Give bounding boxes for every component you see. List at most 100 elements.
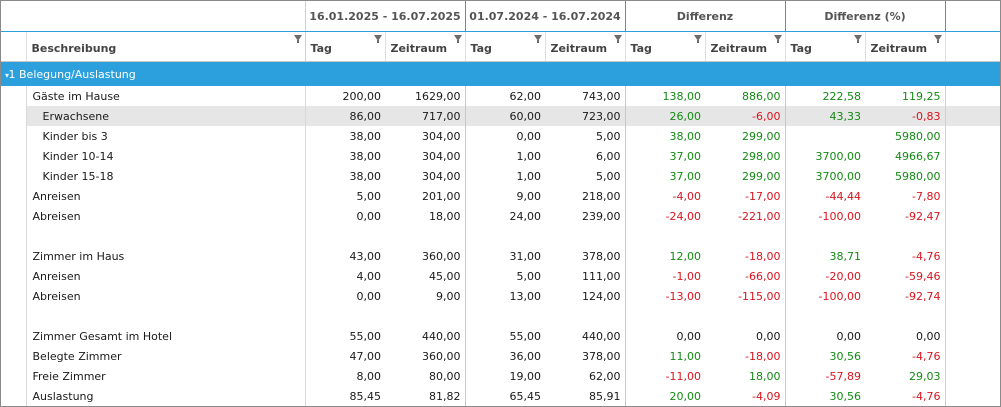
row-indicator-cell	[1, 226, 27, 246]
cell-p2-zeitraum: 743,00	[582, 89, 621, 103]
row-indicator-cell	[1, 286, 27, 306]
column-header-beschreibung[interactable]: Beschreibung	[26, 31, 306, 62]
cell-p1-zeitraum: 201,00	[422, 189, 461, 203]
cell-p2-tag: 1,00	[464, 166, 545, 186]
cell-p2-tag: 62,00	[464, 86, 545, 106]
cell-diffpct-tag: -57,89	[784, 366, 865, 386]
cell-p2-zeitraum: 239,00	[582, 209, 621, 223]
cell-p2-zeitraum: 62,00	[589, 369, 621, 383]
cell-diffpct-tag: 0,00	[784, 326, 865, 346]
column-header-diffpct-zeitraum[interactable]: Zeitraum	[865, 31, 946, 62]
table-row[interactable]: Gäste im Hause 200,00 1629,00 62,00 743,00 13…	[1, 86, 1000, 106]
filter-icon[interactable]	[693, 35, 702, 43]
table-row[interactable]: Abreisen 0,00 9,00 13,00 124,00 -13,00 -115,00…	[1, 286, 1000, 306]
table-row[interactable]: Kinder 15-18 38,00 304,00 1,00 5,00 37,00 299,…	[1, 166, 1000, 186]
group-row[interactable]: ▾ 1 Belegung/Auslastung	[1, 61, 1000, 86]
column-header-row: Beschreibung Tag Zeitraum Tag Zeitraum T…	[1, 31, 1000, 62]
column-header-p1-zeitraum[interactable]: Zeitraum	[385, 31, 466, 62]
cell-diffpct-zeitraum: -4,76	[912, 249, 941, 263]
cell-p1-tag: 8,00	[304, 366, 385, 386]
cell-p2-tag	[464, 306, 545, 326]
column-header-label: Zeitraum	[550, 42, 608, 55]
cell-diff-tag	[624, 226, 705, 246]
cell-diff-zeitraum: 298,00	[742, 149, 781, 163]
cell-diff-tag: 0,00	[624, 326, 705, 346]
row-indicator-cell	[1, 346, 27, 366]
cell-diffpct-zeitraum: -92,47	[905, 209, 941, 223]
filter-icon[interactable]	[373, 35, 382, 43]
column-header-p2-tag[interactable]: Tag	[464, 31, 546, 62]
table-row-empty[interactable]	[1, 306, 1000, 326]
column-header-diffpct-tag[interactable]: Tag	[784, 31, 866, 62]
table-row[interactable]: Kinder bis 3 38,00 304,00 0,00 5,00 38,00 299,…	[1, 126, 1000, 146]
table-row[interactable]: Auslastung 85,45 81,82 65,45 85,91 20,00 -4,09…	[1, 386, 1000, 406]
diff-band-header: Differenz	[624, 1, 785, 32]
row-indicator-cell	[1, 306, 27, 326]
filter-icon[interactable]	[933, 35, 942, 43]
description-cell: Kinder 10-14	[26, 146, 306, 166]
cell-p1-tag	[304, 226, 385, 246]
column-header-diff-zeitraum[interactable]: Zeitraum	[705, 31, 786, 62]
description-cell: Anreisen	[26, 186, 306, 206]
filler-cell	[944, 86, 1000, 106]
cell-p2-tag: 5,00	[464, 266, 545, 286]
row-indicator-cell	[1, 186, 27, 206]
cell-diffpct-tag: 3700,00	[784, 166, 865, 186]
column-header-label: Tag	[790, 42, 812, 55]
cell-p2-zeitraum: 378,00	[582, 249, 621, 263]
table-row[interactable]: Zimmer im Haus 43,00 360,00 31,00 378,00 12,0…	[1, 246, 1000, 266]
cell-p1-tag: 0,00	[304, 286, 385, 306]
cell-diffpct-tag: 30,56	[784, 346, 865, 366]
column-header-diff-tag[interactable]: Tag	[624, 31, 706, 62]
table-row-empty[interactable]	[1, 226, 1000, 246]
cell-diff-zeitraum: 0,00	[756, 329, 781, 343]
cell-diff-zeitraum: 299,00	[742, 129, 781, 143]
column-header-p1-tag[interactable]: Tag	[304, 31, 386, 62]
cell-p2-tag: 9,00	[464, 186, 545, 206]
cell-p1-zeitraum: 304,00	[422, 149, 461, 163]
cell-p2-zeitraum: 6,00	[596, 149, 621, 163]
cell-diff-zeitraum: -221,00	[738, 209, 781, 223]
column-header-p2-zeitraum[interactable]: Zeitraum	[545, 31, 626, 62]
cell-diffpct-zeitraum: -59,46	[905, 269, 941, 283]
filter-icon[interactable]	[853, 35, 862, 43]
row-indicator-header-2	[1, 31, 27, 62]
filter-icon[interactable]	[533, 35, 542, 43]
table-row[interactable]: Belegte Zimmer 47,00 360,00 36,00 378,00 11,0…	[1, 346, 1000, 366]
filler-cell	[944, 326, 1000, 346]
cell-p2-tag: 19,00	[464, 366, 545, 386]
description-cell: Gäste im Hause	[26, 86, 306, 106]
filter-icon[interactable]	[613, 35, 622, 43]
cell-diffpct-tag	[784, 226, 865, 246]
cell-diff-zeitraum	[705, 226, 785, 246]
cell-p1-tag: 86,00	[304, 106, 385, 126]
group-cell[interactable]: ▾ 1 Belegung/Auslastung	[1, 61, 1000, 86]
diff-pct-band-header: Differenz (%)	[784, 1, 946, 32]
table-row[interactable]: Kinder 10-14 38,00 304,00 1,00 6,00 37,00 298,…	[1, 146, 1000, 166]
cell-diffpct-zeitraum	[865, 226, 945, 246]
cell-p2-zeitraum	[545, 306, 625, 326]
table-row[interactable]: Anreisen 5,00 201,00 9,00 218,00 -4,00 -17,00-…	[1, 186, 1000, 206]
filter-icon[interactable]	[773, 35, 782, 43]
table-row[interactable]: Abreisen 0,00 18,00 24,00 239,00 -24,00 -221,0…	[1, 206, 1000, 226]
filler-cell	[944, 286, 1000, 306]
description-cell: Erwachsene	[26, 106, 306, 126]
table-row[interactable]: Zimmer Gesamt im Hotel 55,00 440,00 55,00 44…	[1, 326, 1000, 346]
description-cell: Abreisen	[26, 286, 306, 306]
table-row[interactable]: Freie Zimmer 8,00 80,00 19,00 62,00 -11,00 18,…	[1, 366, 1000, 386]
filter-icon[interactable]	[293, 35, 302, 43]
filler-cell	[944, 246, 1000, 266]
cell-diff-zeitraum: -4,09	[752, 389, 781, 403]
cell-diffpct-tag: -44,44	[784, 186, 865, 206]
cell-p2-tag: 65,45	[464, 386, 545, 406]
filler-header	[944, 31, 1000, 62]
cell-diffpct-zeitraum: -0,83	[865, 106, 946, 126]
filler-cell	[944, 386, 1000, 406]
filter-icon[interactable]	[453, 35, 462, 43]
cell-p1-zeitraum: 1629,00	[415, 89, 461, 103]
cell-diff-tag: -1,00	[624, 266, 705, 286]
cell-p2-zeitraum: 124,00	[582, 289, 621, 303]
table-row[interactable]: Erwachsene 86,00 717,00 60,00 723,00 26,00 -6,…	[1, 106, 1000, 126]
cell-diff-zeitraum: -66,00	[745, 269, 781, 283]
table-row[interactable]: Anreisen 4,00 45,00 5,00 111,00 -1,00 -66,00 -2…	[1, 266, 1000, 286]
